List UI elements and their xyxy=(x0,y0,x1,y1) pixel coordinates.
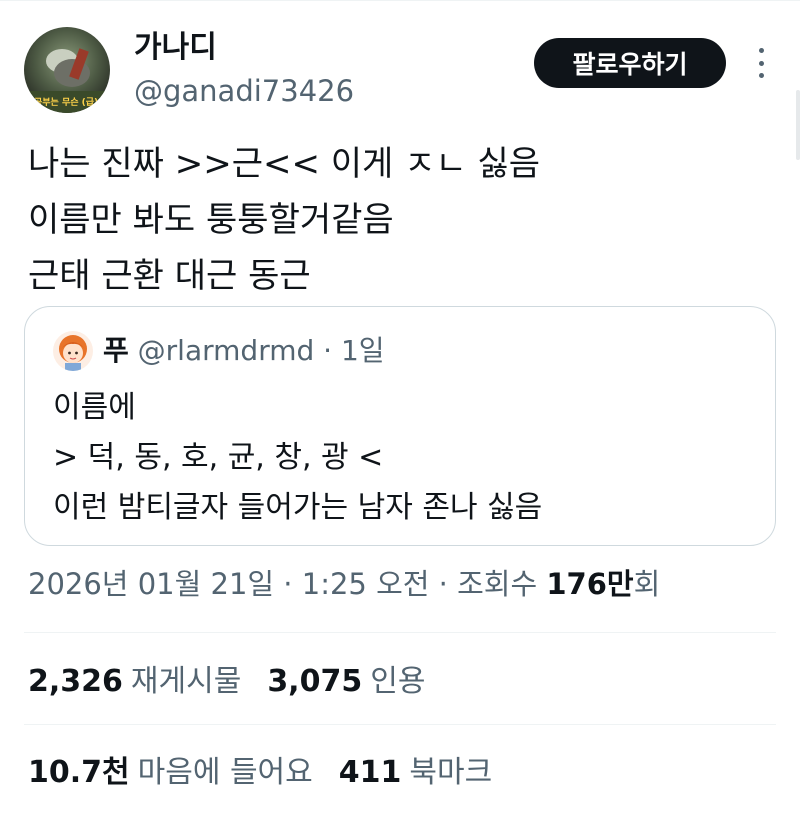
likes-label: 마음에 들어요 xyxy=(137,755,313,790)
quoted-author-avatar[interactable] xyxy=(53,331,93,371)
quoted-tweet-line: > 덕, 동, 호, 균, 창, 광 < xyxy=(53,440,384,475)
tweet-timestamp-views: 2026년 01월 21일 · 1:25 오전 · 조회수 176만회 xyxy=(28,562,660,606)
quoted-tweet-card[interactable]: 푸 @rlarmdrmd · 1일 이름에 > 덕, 동, 호, 균, 창, 광… xyxy=(24,306,776,546)
avatar-image: 공부는 무슨 (급) xyxy=(24,27,110,113)
bookmarks-count: 411 xyxy=(338,755,402,790)
separator-dot: · xyxy=(323,334,333,367)
avatar-caption: 공부는 무슨 (급) xyxy=(34,97,98,108)
likes-stat[interactable]: 10.7천 마음에 들어요 xyxy=(28,755,313,790)
quoted-tweet-text: 이름에 > 덕, 동, 호, 균, 창, 광 < 이런 밤티글자 들어가는 남자… xyxy=(53,383,542,533)
quotes-label: 인용 xyxy=(370,664,426,699)
reposts-count: 2,326 xyxy=(28,664,123,699)
bookmarks-label: 북마크 xyxy=(409,755,493,790)
reposts-label: 재게시물 xyxy=(130,664,242,699)
views-count: 176만 xyxy=(546,567,634,601)
quotes-stat[interactable]: 3,075 인용 xyxy=(267,664,425,699)
tweet-datetime[interactable]: 2026년 01월 21일 · 1:25 오전 · 조회수 xyxy=(28,567,546,601)
bookmarks-stat[interactable]: 411 북마크 xyxy=(339,755,492,790)
more-options-icon[interactable] xyxy=(748,44,774,82)
quoted-tweet-header: 푸 @rlarmdrmd · 1일 xyxy=(103,331,385,371)
views-suffix: 회 xyxy=(633,567,661,601)
scrollbar[interactable] xyxy=(796,90,800,160)
likes-count: 10.7천 xyxy=(28,755,130,790)
follow-button[interactable]: 팔로우하기 xyxy=(534,38,726,88)
top-border xyxy=(0,0,800,1)
author-avatar[interactable]: 공부는 무슨 (급) xyxy=(24,27,110,113)
tweet-line: 나는 진짜 >>근<< 이게 ㅈㄴ 싫음 xyxy=(28,144,541,184)
quoted-author-handle[interactable]: @rlarmdrmd xyxy=(138,334,315,367)
engagement-row-1: 2,326 재게시물 3,075 인용 xyxy=(28,660,425,704)
tweet-text: 나는 진짜 >>근<< 이게 ㅈㄴ 싫음 이름만 봐도 퉁퉁할거같음 근태 근환… xyxy=(28,136,540,304)
author-display-name[interactable]: 가나디 xyxy=(134,28,217,68)
engagement-row-2: 10.7천 마음에 들어요 411 북마크 xyxy=(28,751,492,795)
quoted-tweet-line: 이런 밤티글자 들어가는 남자 존나 싫음 xyxy=(53,490,543,525)
quoted-tweet-line: 이름에 xyxy=(53,390,136,425)
tweet-line: 근태 근환 대근 동근 xyxy=(28,256,311,296)
tweet-line: 이름만 봐도 퉁퉁할거같음 xyxy=(28,200,394,240)
quoted-author-name[interactable]: 푸 xyxy=(103,334,129,367)
reposts-stat[interactable]: 2,326 재게시물 xyxy=(28,664,241,699)
avatar-image xyxy=(53,331,93,371)
divider xyxy=(24,632,776,633)
divider xyxy=(24,724,776,725)
quotes-count: 3,075 xyxy=(267,664,363,699)
author-handle[interactable]: @ganadi73426 xyxy=(134,72,354,110)
quoted-tweet-time[interactable]: 1일 xyxy=(341,334,385,367)
